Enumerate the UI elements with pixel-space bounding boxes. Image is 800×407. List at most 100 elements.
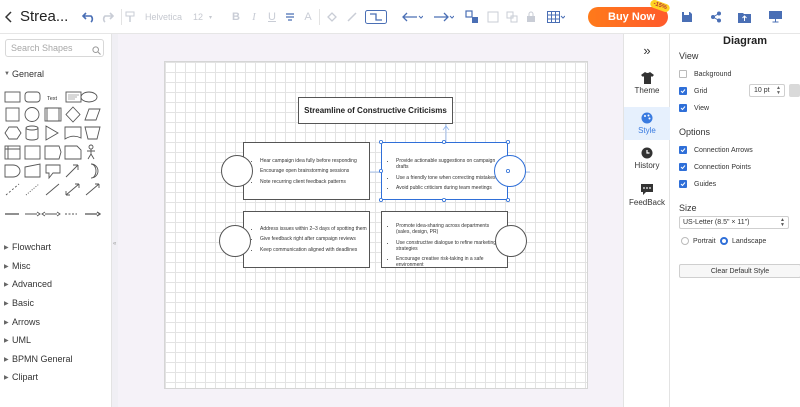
arrange-icon[interactable] <box>463 0 481 34</box>
grid-color-swatch[interactable] <box>789 84 800 97</box>
table-icon[interactable] <box>545 0 567 34</box>
category-bpmn-general[interactable]: ▶ BPMN General <box>4 354 73 364</box>
font-color-icon[interactable]: A <box>301 0 315 34</box>
grid-label: Grid <box>694 87 708 95</box>
guides-checkbox[interactable]: Guides <box>679 180 716 188</box>
buy-now-button[interactable]: Buy Now -15% <box>588 0 671 27</box>
save-icon[interactable] <box>679 0 695 34</box>
font-size-select[interactable]: 12 ▾ <box>193 9 221 25</box>
landscape-radio[interactable]: Landscape <box>720 237 766 245</box>
line-end-icon[interactable] <box>430 0 456 34</box>
underline-icon[interactable]: U <box>265 0 279 34</box>
line-start-icon[interactable] <box>399 0 425 34</box>
circle-node-3[interactable] <box>219 225 251 257</box>
data-shape <box>84 126 101 140</box>
square-shape <box>5 107 20 122</box>
checkbox-checked-icon <box>679 163 687 171</box>
arrow-shape <box>65 164 79 178</box>
fill-color-icon[interactable] <box>324 0 340 34</box>
category-arrows[interactable]: ▶ Arrows <box>4 317 40 327</box>
collapse-handle-icon[interactable]: « <box>113 241 116 247</box>
grid-size-input[interactable]: 10 pt ▲ ▼ <box>749 84 785 97</box>
double-arrow-shape <box>65 183 80 196</box>
feedback-card-listen[interactable]: Hear campaign idea fully before respondi… <box>243 142 370 200</box>
category-uml[interactable]: ▶ UML <box>4 335 31 345</box>
undo-icon[interactable] <box>81 0 97 34</box>
present-icon[interactable] <box>767 0 783 34</box>
back-icon[interactable] <box>2 0 16 34</box>
ungroup-icon[interactable] <box>505 0 519 34</box>
cylinder-shape <box>25 125 39 141</box>
category-flowchart[interactable]: ▶ Flowchart <box>4 242 51 252</box>
delay-shape <box>4 164 21 178</box>
bullet-item: Note recurring client feedback patterns <box>260 179 368 185</box>
tab-history[interactable]: History <box>624 147 670 177</box>
category-advanced[interactable]: ▶ Advanced <box>4 279 52 289</box>
options-section-label: Options <box>679 127 711 137</box>
clear-default-style-button[interactable]: Clear Default Style <box>679 264 800 278</box>
share-icon[interactable] <box>708 0 724 34</box>
general-shapes-grid[interactable]: Text <box>3 88 107 236</box>
stepper-icon[interactable]: ▲ ▼ <box>776 86 781 96</box>
shape-library-panel: Search Shapes ▼ General Text ▶ Flowchart… <box>0 34 112 407</box>
category-label: Arrows <box>12 317 41 327</box>
tab-theme[interactable]: Theme <box>624 72 670 102</box>
tab-style[interactable]: Style <box>624 107 670 140</box>
connection-points-checkbox[interactable]: Connection Points <box>679 163 751 171</box>
view-checkbox[interactable]: View <box>679 104 709 112</box>
search-input[interactable]: Search Shapes <box>5 39 104 57</box>
category-misc[interactable]: ▶ Misc <box>4 261 31 271</box>
connection-arrows-checkbox[interactable]: Connection Arrows <box>679 146 753 154</box>
category-label: Flowchart <box>12 242 52 252</box>
redo-icon[interactable] <box>99 0 115 34</box>
tab-style-label: Style <box>638 126 656 135</box>
line-color-icon[interactable] <box>344 0 360 34</box>
view-section-label: View <box>679 51 699 61</box>
tab-feedback-label: FeedBack <box>628 198 666 207</box>
circle-node-4[interactable] <box>495 225 527 257</box>
chat-icon <box>641 184 653 198</box>
circle-node-1[interactable] <box>221 155 253 187</box>
paper-size-select[interactable]: US-Letter (8.5" × 11") ▲ ▼ <box>679 216 789 229</box>
diagram-title-shape[interactable]: Streamline of Constructive Criticisms <box>298 97 453 124</box>
category-general[interactable]: ▼ General <box>4 69 44 79</box>
chevron-down-icon: ▾ <box>209 14 213 21</box>
landscape-label: Landscape <box>732 237 767 245</box>
group-icon[interactable] <box>486 0 500 34</box>
feedback-card-timely[interactable]: Address issues within 2–3 days of spotti… <box>243 211 370 268</box>
category-basic[interactable]: ▶ Basic <box>4 298 34 308</box>
background-label: Background <box>694 70 732 78</box>
feedback-card-collaboration[interactable]: Promote idea-sharing across departments … <box>381 211 508 268</box>
palette-icon <box>641 112 653 126</box>
format-painter-icon[interactable] <box>123 0 136 34</box>
checkbox-checked-icon <box>679 104 687 112</box>
ellipse-shape <box>80 91 98 103</box>
export-folder-icon[interactable] <box>736 0 752 34</box>
category-label: UML <box>12 335 32 345</box>
tab-feedback[interactable]: FeedBack <box>624 184 670 214</box>
portrait-label: Portrait <box>693 237 716 245</box>
grid-checkbox[interactable]: Grid <box>679 87 707 95</box>
category-label: Advanced <box>12 279 53 289</box>
lock-icon[interactable] <box>524 0 538 34</box>
text-shape-label: Text <box>47 96 58 102</box>
hexagon-shape <box>4 126 22 140</box>
bold-icon[interactable]: B <box>229 0 243 34</box>
view-checkbox-label: View <box>694 104 710 112</box>
font-family-select[interactable]: Helvetica <box>145 9 185 25</box>
background-checkbox[interactable]: Background <box>679 70 731 78</box>
category-general-label: General <box>12 69 45 79</box>
connector-style-icon[interactable] <box>363 0 389 34</box>
selection-handles[interactable] <box>376 137 516 207</box>
category-label: Clipart <box>12 372 39 382</box>
collapse-panel-button[interactable]: » <box>624 40 670 60</box>
connection-points-label: Connection Points <box>694 163 751 171</box>
bullet-item: Give feedback right after campaign revie… <box>260 236 368 242</box>
portrait-radio[interactable]: Portrait <box>681 237 716 245</box>
italic-icon[interactable]: I <box>247 0 261 34</box>
panel-title: Diagram <box>723 35 768 47</box>
category-clipart[interactable]: ▶ Clipart <box>4 372 38 382</box>
document-title[interactable]: Strea... <box>20 8 68 25</box>
text-align-icon[interactable] <box>283 0 297 34</box>
moon-shape <box>90 163 99 179</box>
